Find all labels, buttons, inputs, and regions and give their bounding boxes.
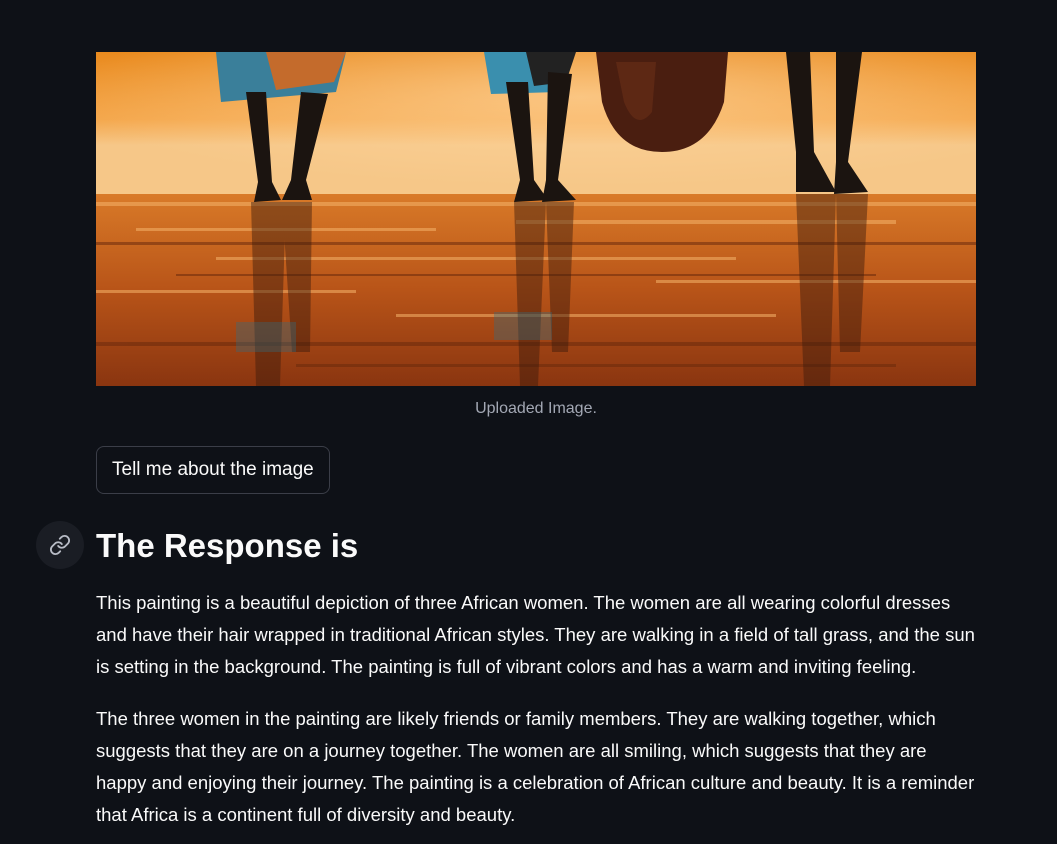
response-heading: The Response is xyxy=(96,527,359,564)
main-content: Uploaded Image. Tell me about the image … xyxy=(0,0,1057,844)
response-paragraph-2: The three women in the painting are like… xyxy=(96,708,975,825)
tell-me-about-image-button[interactable]: Tell me about the image xyxy=(96,446,330,494)
response-paragraph-1: This painting is a beautiful depiction o… xyxy=(96,592,975,677)
heading-anchor-link[interactable] xyxy=(36,521,84,569)
painting-image xyxy=(96,52,976,386)
link-icon xyxy=(49,534,71,556)
image-caption: Uploaded Image. xyxy=(475,400,597,417)
uploaded-image xyxy=(96,52,976,386)
